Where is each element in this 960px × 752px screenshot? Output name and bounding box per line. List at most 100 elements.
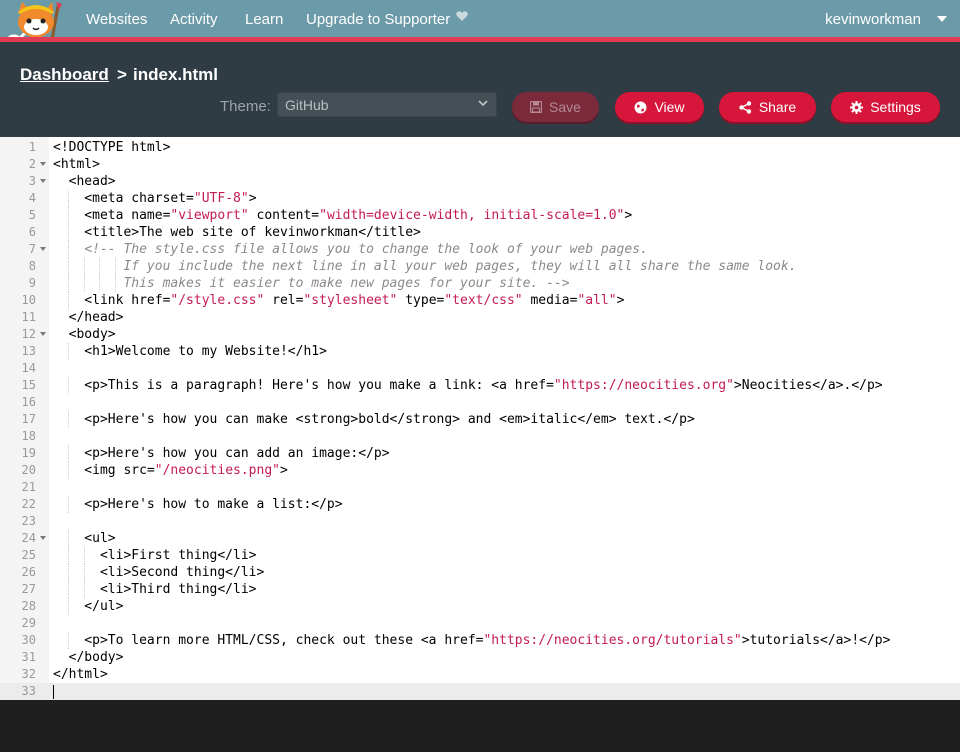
line-number: 20 [21,463,36,477]
line-number: 14 [21,361,36,375]
line-number: 21 [21,480,36,494]
code-text: <p>Here's how you can add an image:</p> [53,446,390,461]
nav-link-learn[interactable]: Learn [245,11,283,28]
user-menu[interactable]: kevinworkman [825,11,921,28]
code-line[interactable]: 28 </ul> [0,598,960,615]
code-line[interactable]: 11 </head> [0,309,960,326]
line-number: 17 [21,412,36,426]
code-line[interactable]: 19 <p>Here's how you can add an image:</… [0,445,960,462]
globe-icon [634,101,647,113]
code-text: <h1>Welcome to my Website!</h1> [53,344,327,359]
code-line[interactable]: 15 <p>This is a paragraph! Here's how yo… [0,377,960,394]
theme-select[interactable]: GitHub [277,92,497,117]
code-line[interactable]: 6 <title>The web site of kevinworkman</t… [0,224,960,241]
line-number: 1 [28,140,36,154]
line-number: 29 [21,616,36,630]
line-number: 7 [28,242,36,256]
code-line[interactable]: 26 <li>Second thing</li> [0,564,960,581]
code-line[interactable]: 22 <p>Here's how to make a list:</p> [0,496,960,513]
code-line[interactable]: 17 <p>Here's how you can make <strong>bo… [0,411,960,428]
line-number: 24 [21,531,36,545]
code-text: <img src="/neocities.png"> [53,463,288,478]
nav-link-upgrade[interactable]: Upgrade to Supporter [306,11,450,28]
line-number: 27 [21,582,36,596]
heart-icon [456,11,468,21]
code-text: </html> [53,667,108,682]
top-nav: Websites Activity Learn Upgrade to Suppo… [0,0,960,54]
text-cursor [53,685,54,699]
code-text: <p>To learn more HTML/CSS, check out the… [53,633,891,648]
code-line[interactable]: 9 This makes it easier to make new pages… [0,275,960,292]
share-button[interactable]: Share [719,92,816,122]
breadcrumb-separator: > [117,65,127,84]
line-number: 2 [28,157,36,171]
line-number: 6 [28,225,36,239]
code-line[interactable]: 27 <li>Third thing</li> [0,581,960,598]
fold-arrow-icon[interactable] [40,162,46,166]
share-button-label: Share [758,99,797,115]
code-line[interactable]: 7 <!-- The style.css file allows you to … [0,241,960,258]
code-text: <!DOCTYPE html> [53,140,171,155]
code-line[interactable]: 4 <meta charset="UTF-8"> [0,190,960,207]
code-text: <p>This is a paragraph! Here's how you m… [53,378,883,393]
line-number: 18 [21,429,36,443]
code-line[interactable]: 1 <!DOCTYPE html> [0,139,960,156]
code-line[interactable]: 29 [0,615,960,632]
nav-link-websites[interactable]: Websites [86,11,147,28]
line-number: 25 [21,548,36,562]
line-number: 12 [21,327,36,341]
code-line[interactable]: 23 [0,513,960,530]
fold-arrow-icon[interactable] [40,247,46,251]
line-number: 13 [21,344,36,358]
line-number: 16 [21,395,36,409]
code-text: <p>Here's how you can make <strong>bold<… [53,412,695,427]
breadcrumb-dashboard[interactable]: Dashboard [20,65,109,85]
save-button-label: Save [549,99,581,115]
floppy-disk-icon [530,101,543,113]
fold-arrow-icon[interactable] [40,179,46,183]
code-line[interactable]: 2 <html> [0,156,960,173]
gear-icon [850,100,864,114]
nav-link-activity[interactable]: Activity [170,11,218,28]
view-button-label: View [654,99,685,115]
fold-arrow-icon[interactable] [40,536,46,540]
code-line[interactable]: 21 [0,479,960,496]
code-line[interactable]: 14 [0,360,960,377]
code-text: <li>Second thing</li> [53,565,265,580]
code-line[interactable]: 24 <ul> [0,530,960,547]
line-number: 26 [21,565,36,579]
code-editor[interactable]: 1 <!DOCTYPE html> 2 <html> 3 <head> 4 <meta c… [0,137,960,700]
code-text: If you include the next line in all your… [53,259,797,274]
share-icon [739,100,752,114]
line-number: 10 [21,293,36,307]
code-line[interactable]: 18 [0,428,960,445]
code-line[interactable]: 10 <link href="/style.css" rel="styleshe… [0,292,960,309]
code-line[interactable]: 8 If you include the next line in all yo… [0,258,960,275]
fold-arrow-icon[interactable] [40,332,46,336]
caret-down-icon[interactable] [937,16,947,22]
code-line[interactable]: 5 <meta name="viewport" content="width=d… [0,207,960,224]
code-text: <li>First thing</li> [53,548,257,563]
line-number: 8 [28,259,36,273]
code-text: </ul> [53,599,124,614]
code-line[interactable]: 31 </body> [0,649,960,666]
breadcrumb-filename: index.html [133,65,219,84]
code-line[interactable]: 32 </html> [0,666,960,683]
code-line[interactable]: 20 <img src="/neocities.png"> [0,462,960,479]
theme-select-value: GitHub [285,97,329,113]
code-line[interactable]: 16 [0,394,960,411]
save-button[interactable]: Save [512,92,599,122]
code-text: <li>Third thing</li> [53,582,257,597]
line-number: 4 [28,191,36,205]
settings-button[interactable]: Settings [831,92,940,122]
line-number: 3 [28,174,36,188]
code-text: <head> [53,174,116,189]
view-button[interactable]: View [615,92,704,122]
code-line[interactable]: 13 <h1>Welcome to my Website!</h1> [0,343,960,360]
code-line[interactable]: 33 [0,683,960,700]
code-line[interactable]: 25 <li>First thing</li> [0,547,960,564]
code-line[interactable]: 3 <head> [0,173,960,190]
chevron-down-icon [478,100,488,107]
code-line[interactable]: 30 <p>To learn more HTML/CSS, check out … [0,632,960,649]
code-line[interactable]: 12 <body> [0,326,960,343]
